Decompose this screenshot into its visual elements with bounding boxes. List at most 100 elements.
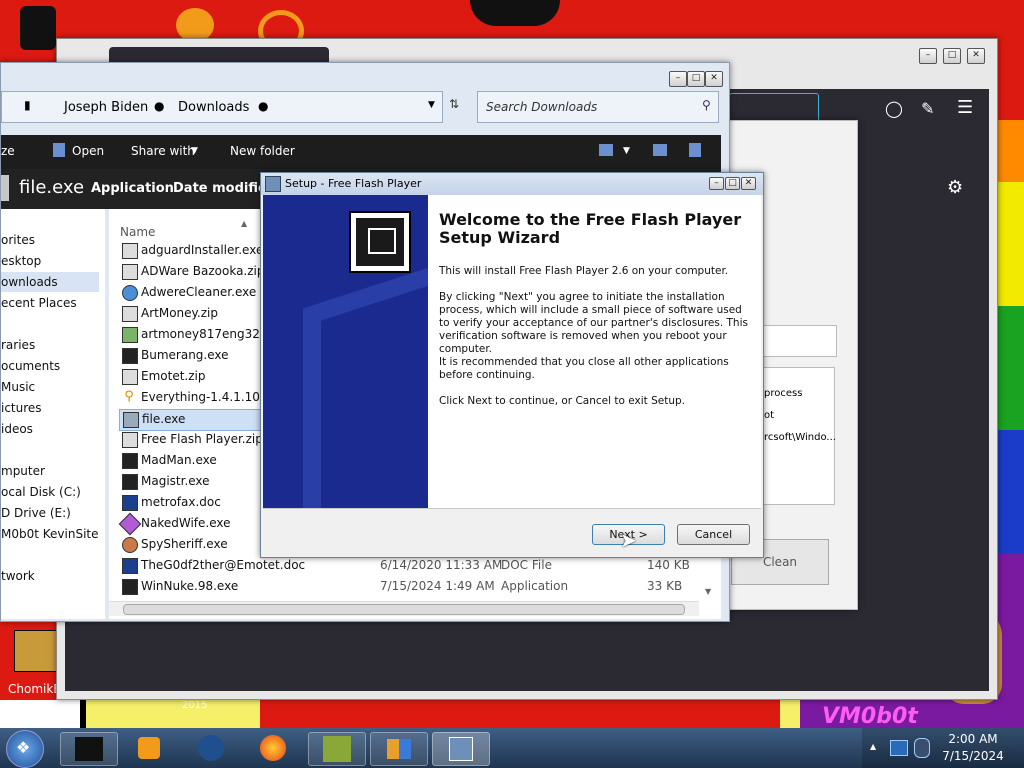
extensions-icon[interactable]: ✎ bbox=[921, 99, 934, 118]
network-icon[interactable] bbox=[890, 740, 908, 756]
show-hidden-icons[interactable]: ▲ bbox=[870, 742, 876, 751]
exe-icon bbox=[122, 285, 138, 301]
file-name: adguardInstaller.exe bbox=[141, 243, 264, 257]
exe-icon bbox=[122, 453, 138, 469]
app-icon bbox=[75, 737, 103, 761]
taskbar-explorer-button[interactable] bbox=[370, 732, 428, 766]
nav-item-computer[interactable]: mputer bbox=[1, 464, 45, 478]
taskbar-box-button[interactable] bbox=[308, 732, 366, 766]
installer-icon bbox=[265, 176, 281, 192]
help-icon[interactable] bbox=[689, 143, 701, 157]
windows-logo-icon: ❖ bbox=[16, 738, 31, 757]
browser-minimize-button[interactable]: – bbox=[919, 48, 937, 64]
breadcrumb-item[interactable]: Downloads bbox=[178, 100, 249, 115]
taskbar-firefox-button[interactable] bbox=[246, 732, 302, 764]
file-type: Application bbox=[501, 579, 569, 593]
cleaner-field[interactable] bbox=[759, 325, 837, 357]
breadcrumb-separator-icon: ● bbox=[154, 99, 165, 113]
nav-item-music[interactable]: Music bbox=[1, 380, 35, 394]
browser-maximize-button[interactable]: □ bbox=[943, 48, 961, 64]
file-name: Magistr.exe bbox=[141, 474, 210, 488]
taskbar: ❖ ▲ 2:00 AM 7/15/2024 bbox=[0, 728, 1024, 768]
desktop-top-shape bbox=[470, 0, 560, 26]
setup-heading-line: Welcome to the Free Flash Player bbox=[439, 210, 742, 229]
system-tray: ▲ 2:00 AM 7/15/2024 bbox=[862, 728, 1024, 768]
cleaner-list: process ot rcsoft\Windo... bbox=[759, 367, 836, 505]
refresh-icon[interactable]: ⇅ bbox=[449, 97, 459, 111]
nav-item-favorites[interactable]: orites bbox=[1, 233, 35, 247]
setup-close-button[interactable]: ✕ bbox=[741, 177, 756, 190]
breadcrumb-item[interactable]: Joseph Biden bbox=[64, 100, 148, 115]
nav-item-downloads[interactable]: ownloads bbox=[1, 272, 99, 292]
explorer-close-button[interactable]: ✕ bbox=[705, 71, 723, 87]
start-button[interactable]: ❖ bbox=[6, 730, 44, 768]
setup-heading: Welcome to the Free Flash Player Setup W… bbox=[439, 211, 741, 247]
search-input[interactable]: Search Downloads ⚲ bbox=[477, 91, 719, 123]
firefox-icon bbox=[260, 735, 286, 761]
setup-side-banner bbox=[263, 195, 428, 508]
share-with-button[interactable]: Share with bbox=[131, 144, 195, 158]
setup-maximize-button[interactable]: □ bbox=[725, 177, 740, 190]
chevron-down-icon[interactable]: ▼ bbox=[623, 146, 630, 156]
taskbar-app-button[interactable] bbox=[60, 732, 118, 766]
taskbar-setup-button[interactable] bbox=[432, 732, 490, 766]
nav-item-network[interactable]: twork bbox=[1, 569, 35, 583]
setup-minimize-button[interactable]: – bbox=[709, 177, 724, 190]
desktop-app-icon[interactable] bbox=[176, 8, 214, 42]
open-button[interactable]: Open bbox=[72, 144, 104, 158]
nav-item-network-share[interactable]: M0b0t KevinSite bbox=[1, 527, 99, 541]
hamster-icon bbox=[14, 630, 60, 672]
file-name: Bumerang.exe bbox=[141, 348, 229, 362]
setup-heading-line: Setup Wizard bbox=[439, 228, 561, 247]
taskbar-media-button[interactable] bbox=[122, 732, 178, 764]
pocket-icon[interactable]: ◯ bbox=[885, 99, 903, 118]
file-name: MadMan.exe bbox=[141, 453, 217, 467]
cleaner-row: rcsoft\Windo... bbox=[764, 432, 836, 443]
rainbow-green-2 bbox=[996, 368, 1024, 430]
exe-icon bbox=[122, 243, 138, 259]
cancel-button[interactable]: Cancel bbox=[677, 524, 750, 545]
nav-item-local-disk[interactable]: ocal Disk (C:) bbox=[1, 485, 81, 499]
monitor-outline bbox=[368, 228, 396, 254]
nav-item-documents[interactable]: ocuments bbox=[1, 359, 60, 373]
browser-close-button[interactable]: ✕ bbox=[967, 48, 985, 64]
taskbar-globe-button[interactable] bbox=[184, 732, 240, 764]
nav-item-desktop[interactable]: esktop bbox=[1, 254, 41, 268]
clock-time[interactable]: 2:00 AM bbox=[938, 732, 1008, 746]
setup-title: Setup - Free Flash Player bbox=[285, 177, 422, 190]
nav-item-libraries[interactable]: raries bbox=[1, 338, 35, 352]
volume-icon[interactable] bbox=[914, 738, 930, 758]
setup-title-bar[interactable]: Setup - Free Flash Player – □ ✕ bbox=[261, 173, 763, 195]
nav-item-dvd-drive[interactable]: D Drive (E:) bbox=[1, 506, 71, 520]
setup-paragraph: By clicking "Next" you agree to initiate… bbox=[439, 291, 748, 355]
mouse-cursor-icon: ➤ bbox=[620, 528, 637, 552]
globe-icon bbox=[198, 735, 224, 761]
new-folder-button[interactable]: New folder bbox=[230, 144, 295, 158]
file-row[interactable]: TheG0df2ther@Emotet.doc 6/14/2020 11:33 A… bbox=[119, 556, 719, 576]
rainbow-yellow-2 bbox=[996, 244, 1024, 306]
scroll-down-icon[interactable]: ▼ bbox=[705, 587, 711, 596]
search-icon[interactable]: ⚲ bbox=[702, 98, 711, 112]
view-icon[interactable] bbox=[599, 144, 613, 156]
preview-pane-icon[interactable] bbox=[653, 144, 667, 156]
scrollbar-thumb[interactable] bbox=[123, 604, 685, 615]
nav-item-pictures[interactable]: ictures bbox=[1, 401, 42, 415]
clock-date[interactable]: 7/15/2024 bbox=[938, 749, 1008, 763]
chevron-down-icon[interactable]: ▼ bbox=[428, 100, 435, 110]
organize-button[interactable]: ze bbox=[1, 144, 15, 158]
file-name: metrofax.doc bbox=[141, 495, 221, 509]
file-row[interactable]: WinNuke.98.exe 7/15/2024 1:49 AM Applicati… bbox=[119, 577, 719, 597]
column-header-name[interactable]: Name bbox=[120, 225, 155, 239]
nav-item-videos[interactable]: ideos bbox=[1, 422, 33, 436]
chevron-down-icon: ▼ bbox=[191, 146, 198, 156]
recycle-bin-icon[interactable] bbox=[20, 6, 56, 50]
address-bar[interactable]: ▮ Joseph Biden ● Downloads ● ▼ bbox=[1, 91, 443, 123]
gear-icon[interactable]: ⚙ bbox=[947, 177, 963, 198]
file-row-selected[interactable]: file.exe bbox=[119, 409, 271, 431]
horizontal-scrollbar[interactable] bbox=[109, 601, 699, 616]
explorer-minimize-button[interactable]: – bbox=[669, 71, 687, 87]
nav-item-recent-places[interactable]: ecent Places bbox=[1, 296, 77, 310]
explorer-maximize-button[interactable]: □ bbox=[687, 71, 705, 87]
menu-icon[interactable]: ☰ bbox=[957, 97, 973, 118]
cancel-button-label: Cancel bbox=[694, 528, 733, 541]
